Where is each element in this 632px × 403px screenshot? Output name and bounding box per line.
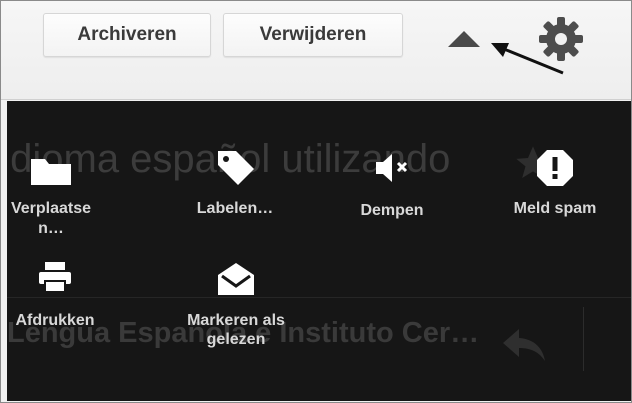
mute-speaker-icon bbox=[376, 154, 408, 182]
divider bbox=[583, 307, 584, 371]
mute-action[interactable]: Dempen bbox=[347, 149, 437, 221]
action-label: Labelen… bbox=[196, 200, 274, 217]
delete-button[interactable]: Verwijderen bbox=[223, 13, 403, 57]
report-spam-action[interactable]: Meld spam bbox=[495, 147, 615, 219]
action-label: Meld spam bbox=[513, 200, 597, 217]
archive-button[interactable]: Archiveren bbox=[43, 13, 211, 57]
actions-overlay-panel: Idioma español utilizando Lengua Español… bbox=[7, 101, 631, 401]
action-label: Markeren als gelezen bbox=[187, 312, 285, 348]
label-action[interactable]: Labelen… bbox=[185, 147, 285, 219]
open-envelope-icon bbox=[218, 263, 254, 295]
mark-as-read-action[interactable]: Markeren als gelezen bbox=[181, 261, 291, 349]
action-label: Afdrukken bbox=[15, 312, 95, 329]
screenshot-frame: Archiveren Verwijderen Idioma español ut… bbox=[0, 0, 632, 403]
divider bbox=[7, 297, 631, 298]
reply-icon bbox=[503, 329, 545, 361]
collapse-caret-icon[interactable] bbox=[448, 31, 480, 47]
action-label: Verplaatse n… bbox=[10, 200, 92, 237]
printer-icon bbox=[39, 262, 71, 293]
settings-gear-icon[interactable] bbox=[537, 15, 585, 63]
folder-icon bbox=[31, 159, 71, 185]
move-to-action[interactable]: Verplaatse n… bbox=[7, 153, 99, 239]
report-spam-icon bbox=[537, 150, 573, 186]
action-label: Dempen bbox=[360, 202, 424, 219]
print-action[interactable]: Afdrukken bbox=[13, 261, 97, 331]
label-tag-icon bbox=[218, 151, 254, 185]
toolbar: Archiveren Verwijderen bbox=[1, 1, 631, 100]
